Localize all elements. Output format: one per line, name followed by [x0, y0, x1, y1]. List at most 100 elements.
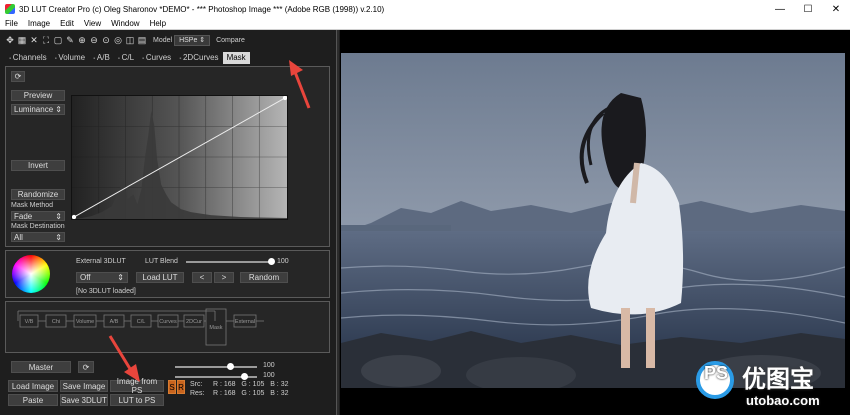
- luminance-select[interactable]: Luminance ⇕: [11, 104, 65, 115]
- dropdown-icon: ⇕: [55, 105, 62, 114]
- square-icon[interactable]: ▢: [53, 35, 63, 45]
- model-label: Model: [153, 36, 173, 44]
- master-slider-1[interactable]: [175, 363, 257, 370]
- res-values: R : 168 G : 105 B : 32: [213, 390, 289, 397]
- window-controls: — ☐ ✕: [766, 0, 850, 18]
- tab-ab[interactable]: A/B: [89, 52, 114, 64]
- window-title: 3D LUT Creator Pro (c) Oleg Sharonov *DE…: [19, 4, 385, 14]
- frame-icon[interactable]: ⛶: [41, 35, 51, 45]
- splitter[interactable]: [336, 30, 339, 415]
- res-label: Res:: [190, 390, 205, 397]
- tab-curves[interactable]: Curves: [138, 52, 175, 64]
- toolbar: ✥ ▦ ✕ ⛶ ▢ ✎ ⊕ ⊖ ⊙ ◎ ◫ ▤ Model HSPe ⇕ Com…: [5, 33, 333, 47]
- r-toggle[interactable]: R: [177, 380, 185, 394]
- paste-button[interactable]: Paste: [8, 394, 58, 406]
- external-mode-value: Off: [80, 273, 91, 282]
- load-lut-button[interactable]: Load LUT: [136, 272, 184, 283]
- external-mode-select[interactable]: Off ⇕: [76, 272, 128, 283]
- pipeline-node: Mask: [209, 325, 222, 331]
- preview-button[interactable]: Preview: [11, 90, 65, 101]
- eyedropper-icon[interactable]: ✎: [65, 35, 75, 45]
- lut-blend-slider[interactable]: [186, 258, 275, 265]
- tab-mask[interactable]: Mask: [222, 52, 250, 64]
- menu-help[interactable]: Help: [145, 19, 171, 28]
- watermark-title: 优图宝: [742, 366, 814, 393]
- mask-curve-editor[interactable]: [71, 95, 288, 220]
- dropdown-icon: ⇕: [55, 232, 62, 242]
- lut-blend-label: LUT Blend: [145, 258, 178, 265]
- master-reset-button[interactable]: ⟳: [78, 361, 94, 373]
- slider-knob[interactable]: [268, 258, 275, 265]
- preview-image: [341, 53, 845, 388]
- layout-icon[interactable]: ▤: [137, 35, 147, 45]
- cross-icon[interactable]: ✕: [29, 35, 39, 45]
- mask-curve-line: [73, 97, 286, 218]
- maximize-icon[interactable]: ☐: [794, 0, 822, 18]
- menu-edit[interactable]: Edit: [55, 19, 79, 28]
- watermark-url: utobao.com: [746, 393, 820, 408]
- minimize-icon[interactable]: —: [766, 0, 794, 18]
- reset-icon: ⟳: [82, 362, 90, 372]
- pipeline-node: 2DCur: [186, 319, 202, 325]
- close-icon[interactable]: ✕: [822, 0, 850, 18]
- menu-file[interactable]: File: [0, 19, 23, 28]
- next-lut-button[interactable]: >: [214, 272, 234, 283]
- lut-status-text: [No 3DLUT loaded]: [76, 288, 136, 295]
- master-value-2: 100: [263, 372, 275, 379]
- master-slider-2[interactable]: [175, 373, 257, 380]
- tab-volume[interactable]: Volume: [51, 52, 89, 64]
- pipeline-node: C/L: [137, 319, 146, 325]
- menu-window[interactable]: Window: [106, 19, 144, 28]
- dropdown-icon: ⇕: [199, 36, 206, 44]
- menu-image[interactable]: Image: [23, 19, 55, 28]
- src-values: R : 168 G : 105 B : 32: [213, 381, 289, 388]
- app-icon: [5, 4, 15, 14]
- tab-cl[interactable]: C/L: [114, 52, 138, 64]
- pipeline-diagram: V/B Chi Volume A/B C/L Curves 2DCur Mask…: [17, 308, 264, 346]
- pipeline-node: Curves: [159, 319, 177, 325]
- save-image-button[interactable]: Save Image: [60, 380, 108, 392]
- tab-channels[interactable]: Channels: [5, 52, 51, 64]
- slider-knob[interactable]: [241, 373, 248, 380]
- s-toggle[interactable]: S: [168, 380, 176, 394]
- randomize-button[interactable]: Randomize: [11, 189, 65, 200]
- mask-method-select[interactable]: Fade ⇕: [11, 211, 65, 221]
- lut-blend-value: 100: [277, 258, 289, 265]
- tab-2dcurves[interactable]: 2DCurves: [175, 52, 222, 64]
- lut-to-ps-button[interactable]: LUT to PS: [110, 394, 164, 406]
- watermark: PS 优图宝 utobao.com: [690, 357, 845, 413]
- zoom-actual-icon[interactable]: ◎: [113, 35, 123, 45]
- save-3dlut-button[interactable]: Save 3DLUT: [60, 394, 108, 406]
- mask-destination-label: Mask Destination: [11, 223, 65, 230]
- menu-view[interactable]: View: [79, 19, 106, 28]
- mask-method-value: Fade: [14, 211, 33, 221]
- external-3dlut-label: External 3DLUT: [76, 258, 126, 265]
- move-icon[interactable]: ✥: [5, 35, 15, 45]
- annotation-arrow-icon: [289, 60, 311, 109]
- random-lut-button[interactable]: Random: [240, 272, 288, 283]
- mask-destination-select[interactable]: All ⇕: [11, 232, 65, 242]
- load-image-button[interactable]: Load Image: [8, 380, 58, 392]
- mask-method-label: Mask Method: [11, 202, 54, 209]
- color-wheel[interactable]: [12, 255, 50, 293]
- menu-bar: File Image Edit View Window Help: [0, 18, 850, 30]
- zoom-out-icon[interactable]: ⊖: [89, 35, 99, 45]
- zoom-in-icon[interactable]: ⊕: [77, 35, 87, 45]
- luminance-value: Luminance: [14, 105, 54, 114]
- reset-icon: ⟳: [14, 72, 22, 81]
- prev-lut-button[interactable]: <: [192, 272, 212, 283]
- compare-label[interactable]: Compare: [216, 37, 245, 44]
- reset-button[interactable]: ⟳: [11, 71, 25, 82]
- model-select[interactable]: HSPe ⇕: [174, 34, 211, 46]
- split-view-icon[interactable]: ◫: [125, 35, 135, 45]
- tab-bar: Channels Volume A/B C/L Curves 2DCurves …: [5, 52, 290, 64]
- pipeline-node: External: [235, 319, 255, 325]
- master-value-1: 100: [263, 362, 275, 369]
- grid-icon[interactable]: ▦: [17, 35, 27, 45]
- histogram: [72, 110, 287, 219]
- slider-knob[interactable]: [227, 363, 234, 370]
- pipeline-node: Chi: [52, 319, 60, 325]
- zoom-fit-icon[interactable]: ⊙: [101, 35, 111, 45]
- master-button[interactable]: Master: [11, 361, 71, 373]
- invert-button[interactable]: Invert: [11, 160, 65, 171]
